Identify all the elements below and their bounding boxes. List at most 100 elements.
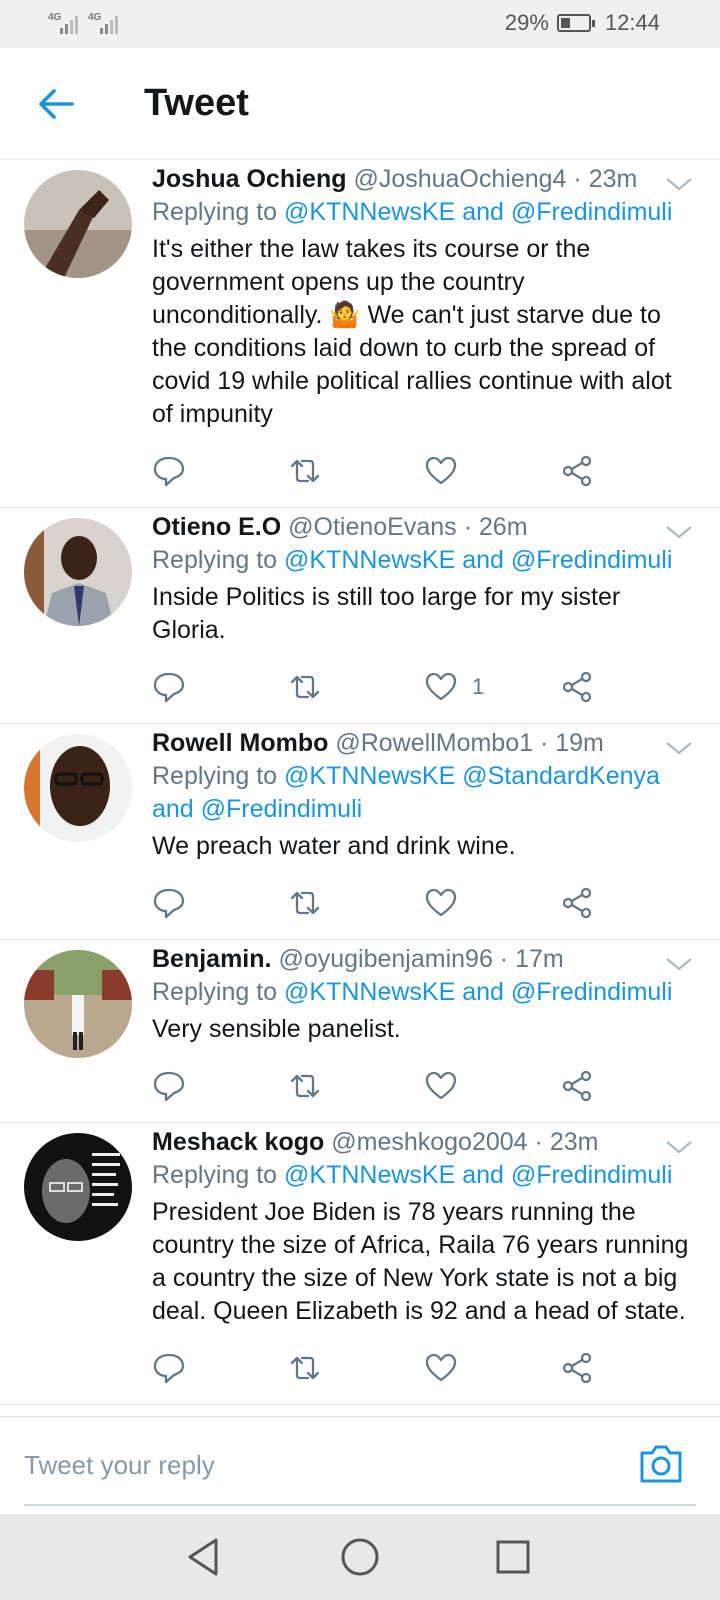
reply-button[interactable] [152, 667, 288, 707]
like-button[interactable] [424, 1348, 560, 1388]
avatar[interactable] [24, 734, 132, 842]
comment-icon [153, 1071, 185, 1102]
camera-icon [640, 1445, 682, 1483]
mention-links[interactable]: @KTNNewsKE and @Fredindimuli [284, 198, 672, 226]
like-count: 1 [472, 674, 485, 699]
tweet[interactable]: Rowell Mombo @RowellMombo1 · 19m Replyin… [0, 724, 720, 940]
action-bar [152, 451, 696, 491]
author-handle[interactable]: @meshkogo2004 [331, 1128, 527, 1156]
author-handle[interactable]: @OtienoEvans [288, 513, 457, 541]
author-handle[interactable]: @oyugibenjamin96 [278, 945, 492, 973]
retweet-button[interactable] [288, 451, 424, 491]
tweet[interactable]: Benjamin. @oyugibenjamin96 · 17m Replyin… [0, 940, 720, 1123]
reply-button[interactable] [152, 883, 288, 923]
back-button[interactable] [36, 84, 76, 124]
like-button[interactable] [424, 1066, 560, 1106]
triangle-back-icon [188, 1538, 218, 1576]
mention-links[interactable]: @KTNNewsKE and @Fredindimuli [284, 1161, 672, 1189]
like-button[interactable] [424, 451, 560, 491]
replying-to: Replying to @KTNNewsKE and @Fredindimuli [152, 196, 696, 229]
tweet[interactable]: Meshack kogo @meshkogo2004 · 23m Replyin… [0, 1123, 720, 1405]
avatar[interactable] [24, 518, 132, 626]
action-bar [152, 883, 696, 923]
comment-icon [153, 888, 185, 919]
comment-icon [153, 456, 185, 487]
nav-back-button[interactable] [180, 1534, 226, 1580]
replying-prefix: Replying to [152, 1161, 278, 1189]
app-header: Tweet [0, 48, 720, 160]
chevron-down-icon[interactable] [664, 1137, 694, 1157]
avatar[interactable] [24, 1133, 132, 1241]
tweet-text: Very sensible panelist. [152, 1015, 401, 1043]
nav-recents-button[interactable] [490, 1534, 536, 1580]
tweet-time: 26m [478, 513, 528, 541]
retweet-button[interactable] [288, 883, 424, 923]
tweet-header: Otieno E.O @OtienoEvans · 26m [152, 513, 528, 541]
action-bar [152, 1348, 696, 1388]
mention-links[interactable]: @KTNNewsKE and @Fredindimuli [284, 546, 672, 574]
signal-1-label: 4G [48, 12, 62, 23]
chevron-down-icon[interactable] [664, 954, 694, 974]
action-bar: 1 [152, 667, 696, 707]
author-handle[interactable]: @RowellMombo1 [335, 729, 533, 757]
retweet-button[interactable] [288, 1066, 424, 1106]
like-button[interactable]: 1 [424, 667, 560, 707]
mention-links[interactable]: @KTNNewsKE and @Fredindimuli [284, 978, 672, 1006]
avatar[interactable] [24, 170, 132, 278]
tweet-time: 17m [515, 945, 564, 973]
share-icon [562, 671, 592, 703]
chevron-down-icon[interactable] [664, 174, 694, 194]
avatar[interactable] [24, 950, 132, 1058]
square-recents-icon [496, 1540, 530, 1574]
retweet-icon [290, 1356, 320, 1380]
heart-icon [425, 1071, 457, 1100]
nav-home-button[interactable] [337, 1534, 383, 1580]
battery-percent: 29% [504, 10, 549, 35]
like-button[interactable] [424, 883, 560, 923]
avatar-image [24, 170, 132, 278]
replying-to: Replying to @KTNNewsKE and @Fredindimuli [152, 976, 696, 1009]
status-bar: 4G 4G 29% 12:44 [0, 0, 720, 48]
tweet-text: We preach water and drink wine. [152, 832, 516, 860]
status-right: 29% 12:44 [505, 10, 660, 36]
action-bar [152, 1066, 696, 1106]
chevron-down-icon[interactable] [664, 522, 694, 542]
system-nav-bar [0, 1514, 720, 1600]
avatar-image [24, 518, 132, 626]
share-icon [562, 1070, 592, 1102]
camera-button[interactable] [638, 1443, 684, 1485]
tweet[interactable]: Joshua Ochieng @JoshuaOchieng4 · 23m Rep… [0, 160, 720, 508]
author-name[interactable]: Joshua Ochieng [152, 165, 346, 193]
retweet-button[interactable] [288, 667, 424, 707]
heart-icon [425, 672, 457, 701]
avatar-image [24, 1133, 132, 1241]
heart-icon [425, 456, 457, 485]
share-button[interactable] [560, 1066, 696, 1106]
heart-icon [425, 888, 457, 917]
replying-prefix: Replying to [152, 978, 278, 1006]
heart-icon [425, 1353, 457, 1382]
reply-input[interactable] [24, 1437, 614, 1493]
author-name[interactable]: Rowell Mombo [152, 729, 328, 757]
signal-2-icon: 4G [88, 10, 118, 34]
replying-to: Replying to @KTNNewsKE and @Fredindimuli [152, 544, 696, 577]
reply-button[interactable] [152, 451, 288, 491]
author-handle[interactable]: @JoshuaOchieng4 [353, 165, 566, 193]
author-name[interactable]: Otieno E.O [152, 513, 281, 541]
replies-feed[interactable]: Joshua Ochieng @JoshuaOchieng4 · 23m Rep… [0, 160, 720, 1416]
reply-button[interactable] [152, 1348, 288, 1388]
tweet[interactable]: Otieno E.O @OtienoEvans · 26m Replying t… [0, 508, 720, 724]
share-button[interactable] [560, 883, 696, 923]
retweet-icon [290, 675, 320, 699]
retweet-button[interactable] [288, 1348, 424, 1388]
share-button[interactable] [560, 1348, 696, 1388]
arrow-left-icon [39, 89, 74, 119]
share-button[interactable] [560, 451, 696, 491]
author-name[interactable]: Meshack kogo [152, 1128, 324, 1156]
share-icon [562, 887, 592, 919]
reply-underline [24, 1504, 696, 1506]
author-name[interactable]: Benjamin. [152, 945, 271, 973]
chevron-down-icon[interactable] [664, 738, 694, 758]
reply-button[interactable] [152, 1066, 288, 1106]
share-button[interactable] [560, 667, 696, 707]
